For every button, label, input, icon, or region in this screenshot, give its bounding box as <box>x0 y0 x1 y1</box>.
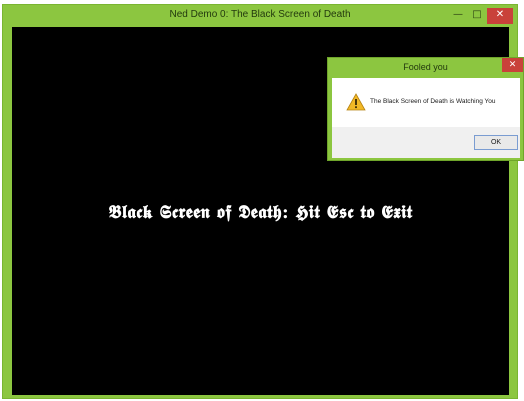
maximize-button[interactable]: □ <box>468 8 486 24</box>
exit-instruction-text: 𝕭𝖑𝖆𝖈𝖐 𝕾𝖈𝖗𝖊𝖊𝖓 𝖔𝖋 𝕯𝖊𝖆𝖙𝖍: 𝕳𝖎𝖙 𝕰𝖘𝖈 𝖙𝖔 𝕰𝖝𝖎𝖙 <box>108 202 413 223</box>
main-titlebar[interactable]: Ned Demo 0: The Black Screen of Death — … <box>3 5 517 27</box>
window-title: Ned Demo 0: The Black Screen of Death <box>169 9 351 20</box>
dialog-title: Fooled you <box>403 62 448 72</box>
dialog-close-button[interactable]: ✕ <box>502 58 523 72</box>
dialog-footer: OK <box>332 127 520 158</box>
dialog-body: The Black Screen of Death is Watching Yo… <box>332 78 520 158</box>
dialog-message: The Black Screen of Death is Watching Yo… <box>370 98 496 105</box>
close-button[interactable]: ✕ <box>487 8 513 24</box>
minimize-button[interactable]: — <box>449 8 467 24</box>
dialog-titlebar[interactable]: Fooled you ✕ <box>328 58 523 78</box>
warning-icon <box>346 93 366 111</box>
ok-button[interactable]: OK <box>474 135 518 150</box>
message-dialog: Fooled you ✕ The Black Screen of Death i… <box>327 57 524 161</box>
